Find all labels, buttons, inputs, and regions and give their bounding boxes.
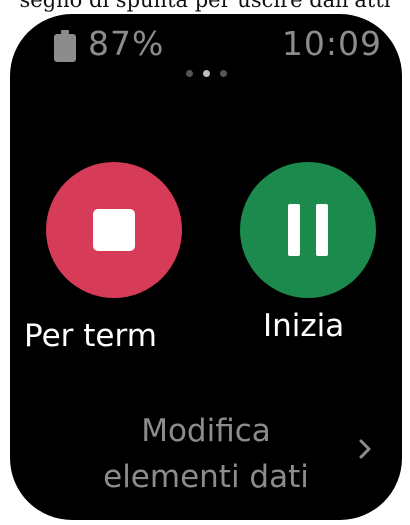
status-bar: 87% 10:09 [10, 14, 402, 74]
watch-screen: 87% 10:09 Per term Inizia Modifica eleme… [10, 14, 402, 520]
page: segno di spunta per uscire dall'atti 87%… [0, 0, 410, 525]
pause-icon [288, 204, 300, 256]
clock-time: 10:09 [281, 24, 382, 63]
page-dot-active [202, 70, 210, 77]
battery-percentage: 87% [88, 24, 165, 63]
page-indicator [10, 70, 402, 77]
edit-fields-label-line2: elementi dati [103, 459, 309, 495]
chevron-right-icon [359, 439, 371, 459]
resume-label: Inizia [263, 308, 345, 344]
top-caption: segno di spunta per uscire dall'atti [19, 0, 391, 12]
stop-icon [93, 209, 135, 251]
edit-data-fields-button[interactable]: Modifica elementi dati [10, 408, 402, 508]
page-dot [219, 70, 227, 77]
battery-icon [54, 30, 76, 62]
resume-button[interactable] [240, 162, 376, 298]
end-workout-button[interactable] [46, 162, 182, 298]
end-workout-action[interactable]: Per term [24, 162, 194, 362]
resume-action[interactable]: Inizia [218, 162, 388, 362]
end-workout-label: Per term [24, 318, 157, 354]
page-dot [185, 70, 193, 77]
edit-fields-label-line1: Modifica [141, 413, 271, 449]
pause-icon-bar [316, 204, 328, 256]
